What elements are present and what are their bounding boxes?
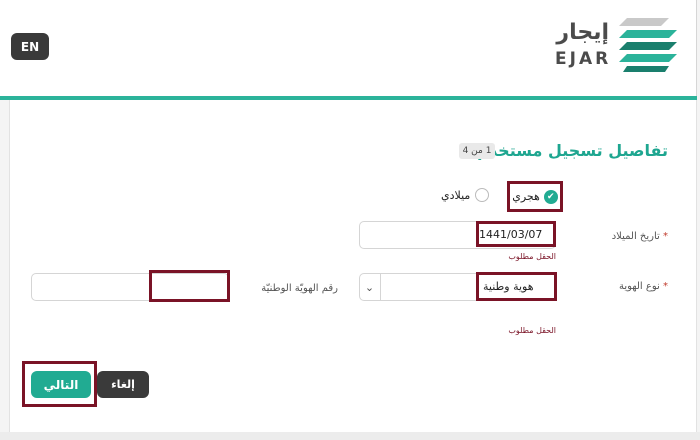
id-type-value: هوية وطنية xyxy=(483,280,534,293)
required-mark: * xyxy=(663,231,668,242)
language-toggle-button[interactable]: EN xyxy=(11,33,49,60)
id-number-label: رقم الهويّة الوطنيّة xyxy=(261,283,338,294)
radio-hijri[interactable]: ✔ هجري xyxy=(507,181,563,212)
ejar-logo: إيجار EJAR xyxy=(549,16,679,76)
id-type-label-text: نوع الهوية xyxy=(618,281,660,292)
logo-mark-icon xyxy=(619,18,677,72)
page-title: تفاصيل تسجيل مستخدم xyxy=(477,141,668,160)
id-number-highlight xyxy=(149,270,230,302)
dob-error: الحقل مطلوب xyxy=(508,252,556,261)
bottom-band xyxy=(0,432,700,440)
check-icon: ✔ xyxy=(543,189,558,204)
top-header: EN إيجار EJAR xyxy=(0,0,697,96)
required-mark: * xyxy=(663,281,668,292)
cancel-button[interactable]: إلغاء xyxy=(97,371,149,398)
dob-label-text: تاريخ الميلاد xyxy=(611,231,660,242)
radio-gregorian[interactable]: ميلادي xyxy=(441,188,490,202)
dob-label: * تاريخ الميلاد xyxy=(612,231,668,242)
page-background: EN إيجار EJAR تفاصيل تسجيل مستخدم 1 من 4… xyxy=(0,0,700,440)
logo-english-text: EJAR xyxy=(555,49,612,69)
id-type-label: * نوع الهوية xyxy=(619,281,668,292)
radio-empty-icon xyxy=(475,188,490,202)
logo-arabic-text: إيجار xyxy=(556,20,609,45)
radio-hijri-label: هجري xyxy=(512,190,540,203)
step-badge: 1 من 4 xyxy=(459,143,495,159)
next-button[interactable]: التالي xyxy=(31,371,91,398)
radio-gregorian-label: ميلادي xyxy=(441,188,471,202)
id-type-error: الحقل مطلوب xyxy=(508,326,556,335)
chevron-down-icon[interactable]: ⌄ xyxy=(359,273,381,301)
dob-value: 1441/03/07 xyxy=(479,228,543,241)
